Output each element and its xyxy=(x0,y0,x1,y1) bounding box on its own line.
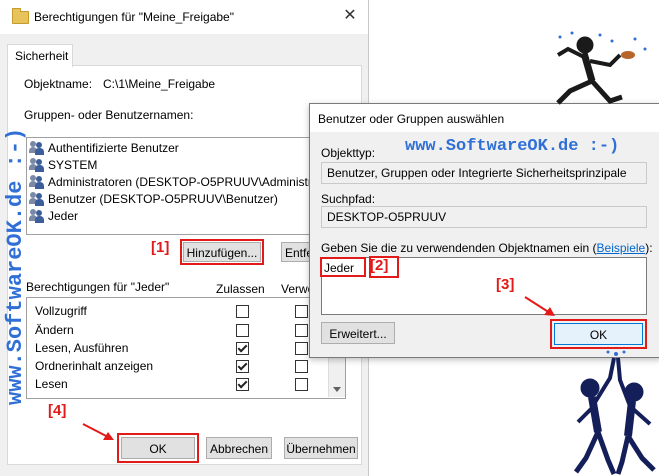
ok-button[interactable]: OK xyxy=(121,437,195,459)
advanced-button[interactable]: Erweitert... xyxy=(321,322,395,344)
list-item-label: Administratoren (DESKTOP-O5PRUUV\Adminis… xyxy=(48,175,346,189)
scroll-down-icon[interactable] xyxy=(333,387,341,392)
add-button[interactable]: Hinzufügen... xyxy=(183,242,261,262)
permission-label: Ändern xyxy=(35,323,74,337)
enter-names-text: Geben Sie die zu verwendenden Objektname… xyxy=(321,241,597,255)
permission-row: Vollzugriff xyxy=(35,304,87,323)
close-icon[interactable]: ✕ xyxy=(340,6,360,26)
apply-button[interactable]: Übernehmen xyxy=(284,437,358,459)
tab-security[interactable]: Sicherheit xyxy=(7,44,73,67)
deny-checkbox[interactable] xyxy=(295,378,308,391)
allow-checkbox[interactable] xyxy=(236,360,249,373)
list-item-label: Jeder xyxy=(48,209,79,223)
watermark-vertical: www.SoftwareOK.de :-) xyxy=(3,128,28,405)
permission-row: Ändern xyxy=(35,323,74,342)
permission-row: Lesen xyxy=(35,377,68,396)
annotation-step4: [4] xyxy=(48,402,67,419)
cancel-button[interactable]: Abbrechen xyxy=(206,437,272,459)
permissions-list: Vollzugriff Ändern Lesen, Ausführen Ordn… xyxy=(26,297,346,399)
allow-checkbox[interactable] xyxy=(236,378,249,391)
permission-row: Ordnerinhalt anzeigen xyxy=(35,359,153,378)
object-type-field: Benutzer, Gruppen oder Integrierte Siche… xyxy=(321,162,647,184)
allow-checkbox[interactable] xyxy=(236,324,249,337)
object-type-label: Objekttyp: xyxy=(321,146,376,160)
runner-figure-icon xyxy=(556,31,647,105)
dialog-title: Benutzer oder Gruppen auswählen xyxy=(318,112,505,126)
permission-label: Vollzugriff xyxy=(35,304,87,318)
title-bar: Berechtigungen für "Meine_Freigabe" ✕ xyxy=(0,0,368,34)
arrow-icon xyxy=(524,296,555,316)
deny-checkbox[interactable] xyxy=(295,305,308,318)
object-name-value: C:\1\Meine_Freigabe xyxy=(103,77,216,91)
list-item-label: Authentifizierte Benutzer xyxy=(48,141,179,155)
svg-text:www.SoftwareOK.de :-): www.SoftwareOK.de :-) xyxy=(3,128,28,405)
permission-label: Lesen, Ausführen xyxy=(35,341,129,355)
annotation-step1: [1] xyxy=(151,239,170,256)
watermark-horizontal: www.SoftwareOK.de :-) xyxy=(405,137,620,156)
dialog-ok-button[interactable]: OK xyxy=(554,323,643,345)
tab-security-label: Sicherheit xyxy=(15,49,69,63)
allow-checkbox[interactable] xyxy=(236,342,249,355)
permission-row: Lesen, Ausführen xyxy=(35,341,128,360)
user-list[interactable]: Authentifizierte Benutzer SYSTEM Adminis… xyxy=(26,137,346,235)
search-path-label: Suchpfad: xyxy=(321,192,376,206)
enter-names-label: Geben Sie die zu verwendenden Objektname… xyxy=(321,241,653,255)
list-item-label: Benutzer (DESKTOP-O5PRUUV\Benutzer) xyxy=(48,192,278,206)
highlight-box xyxy=(369,256,399,278)
deny-checkbox[interactable] xyxy=(295,324,308,337)
dancing-figures-icon xyxy=(573,350,656,475)
enter-names-suffix: ): xyxy=(645,241,653,255)
permission-label: Ordnerinhalt anzeigen xyxy=(35,359,154,373)
allow-checkbox[interactable] xyxy=(236,305,249,318)
search-path-field: DESKTOP-O5PRUUV xyxy=(321,206,647,228)
groups-label: Gruppen- oder Benutzernamen: xyxy=(24,108,194,122)
permission-label: Lesen xyxy=(35,377,68,391)
window-title: Berechtigungen für "Meine_Freigabe" xyxy=(34,10,234,24)
annotation-step3: [3] xyxy=(496,276,515,293)
allow-header: Zulassen xyxy=(216,282,265,296)
deny-checkbox[interactable] xyxy=(295,360,308,373)
permissions-label: Berechtigungen für "Jeder" xyxy=(26,280,170,294)
object-name-label: Objektname: xyxy=(24,77,93,91)
arrow-icon xyxy=(82,423,114,440)
examples-link[interactable]: Beispiele xyxy=(597,241,646,255)
deny-checkbox[interactable] xyxy=(295,342,308,355)
deny-header: Verweigern xyxy=(281,282,310,296)
list-item-label: SYSTEM xyxy=(48,158,98,172)
object-names-value: Jeder xyxy=(324,261,355,275)
folder-icon xyxy=(12,8,29,24)
